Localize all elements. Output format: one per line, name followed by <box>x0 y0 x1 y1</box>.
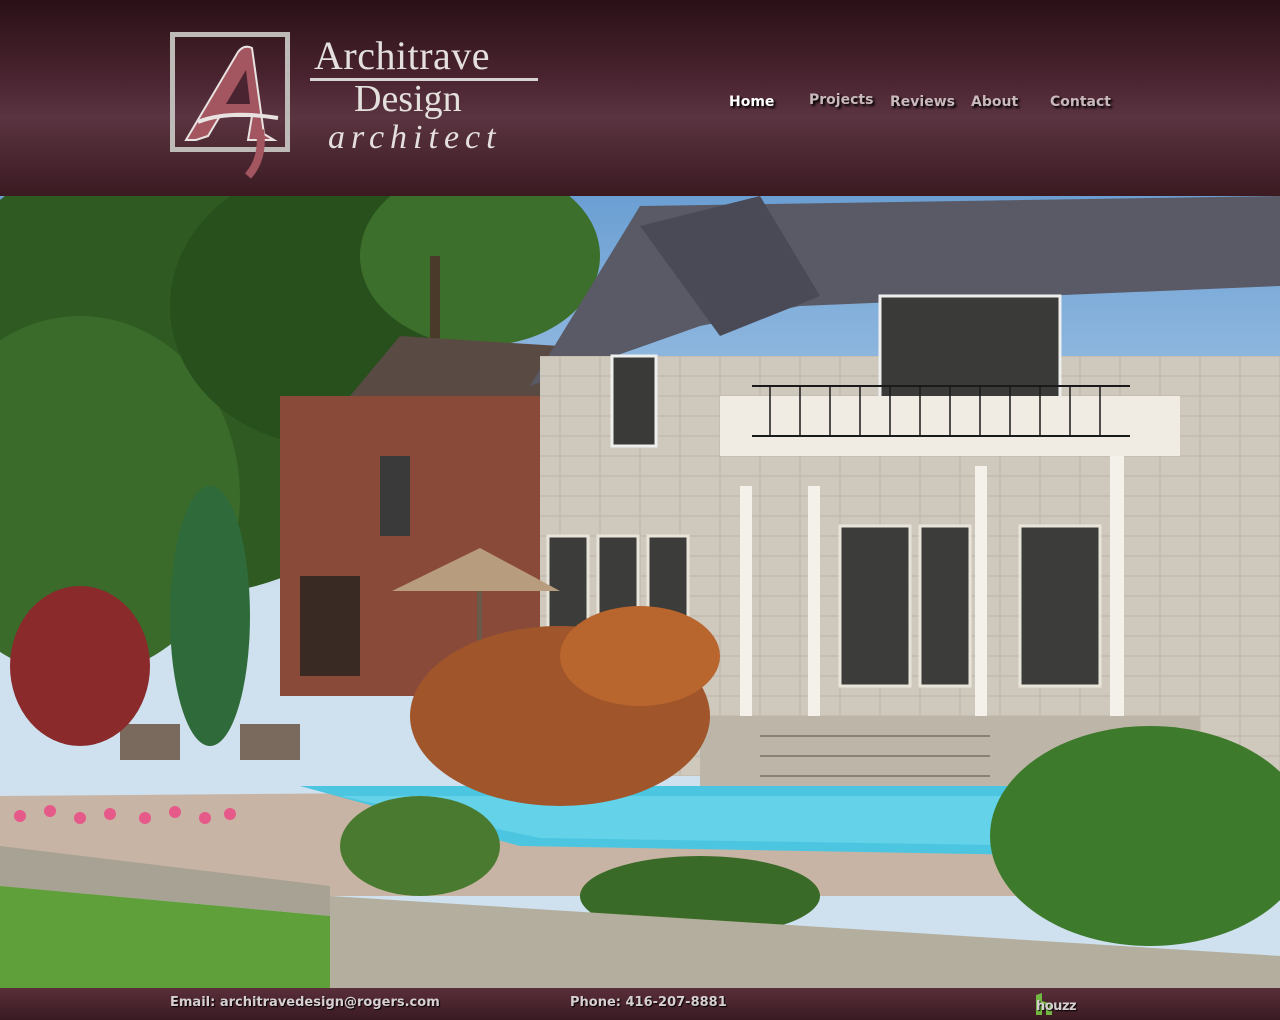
nav-home[interactable]: Home <box>729 94 774 110</box>
site-header: Architrave Design architect Home Project… <box>0 0 1280 196</box>
logo-tagline: architect <box>328 119 502 156</box>
site-footer: Email: architravedesign@rogers.com Phone… <box>0 988 1280 1020</box>
nav-projects[interactable]: Projects <box>809 92 873 108</box>
logo-name-line1: Architrave <box>314 33 491 78</box>
nav-about[interactable]: About <box>971 94 1018 110</box>
houzz-link[interactable]: houzz <box>1036 992 1077 1016</box>
nav-reviews[interactable]: Reviews <box>890 94 955 110</box>
houzz-label: houzz <box>1036 999 1077 1014</box>
main-nav: Home Projects Reviews About Contact <box>0 92 1280 118</box>
hero-illustration <box>0 196 1280 988</box>
footer-email[interactable]: Email: architravedesign@rogers.com <box>170 995 440 1010</box>
nav-contact[interactable]: Contact <box>1050 94 1111 110</box>
hero-image <box>0 196 1280 988</box>
footer-phone: Phone: 416-207-8881 <box>570 995 727 1010</box>
